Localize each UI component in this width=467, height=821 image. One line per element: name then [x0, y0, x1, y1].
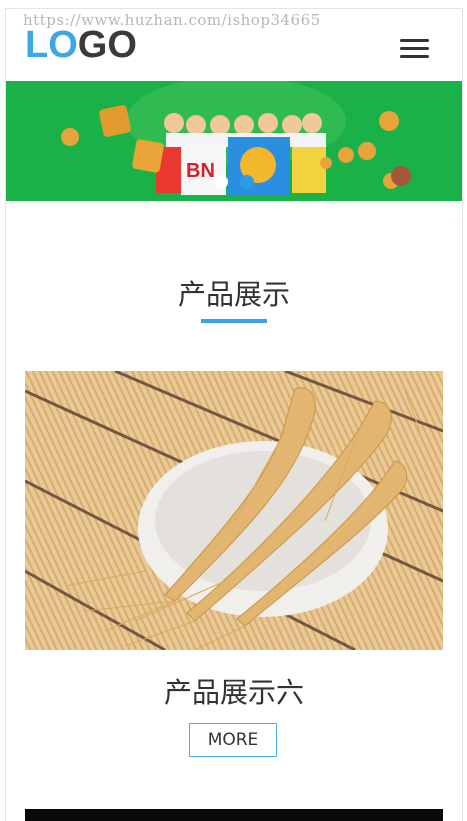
slider-dot-2[interactable]	[240, 175, 254, 189]
more-button[interactable]: MORE	[189, 723, 277, 757]
product-image[interactable]	[25, 371, 443, 650]
hamburger-menu-icon[interactable]	[400, 35, 430, 59]
page-frame: LOGO BN 产品展示 产品展示六 MORE	[5, 8, 463, 821]
slider-dot-1[interactable]	[214, 175, 228, 189]
title-underline	[201, 319, 267, 323]
svg-text:BN: BN	[186, 160, 215, 182]
banner-image: BN	[6, 81, 462, 201]
logo-part-2: GO	[77, 24, 137, 66]
logo[interactable]: LOGO	[25, 25, 137, 65]
next-product-image[interactable]	[25, 809, 443, 821]
ginseng-photo	[25, 371, 443, 650]
banner-slider[interactable]: BN	[6, 81, 462, 201]
watermark: https://www.huzhan.com/ishop34665	[23, 11, 321, 29]
menu-line	[400, 47, 429, 50]
logo-part-1: LO	[25, 24, 78, 66]
menu-line	[400, 39, 429, 42]
section-title: 产品展示	[177, 278, 290, 311]
menu-line	[400, 55, 429, 58]
product-name: 产品展示六	[163, 676, 304, 709]
